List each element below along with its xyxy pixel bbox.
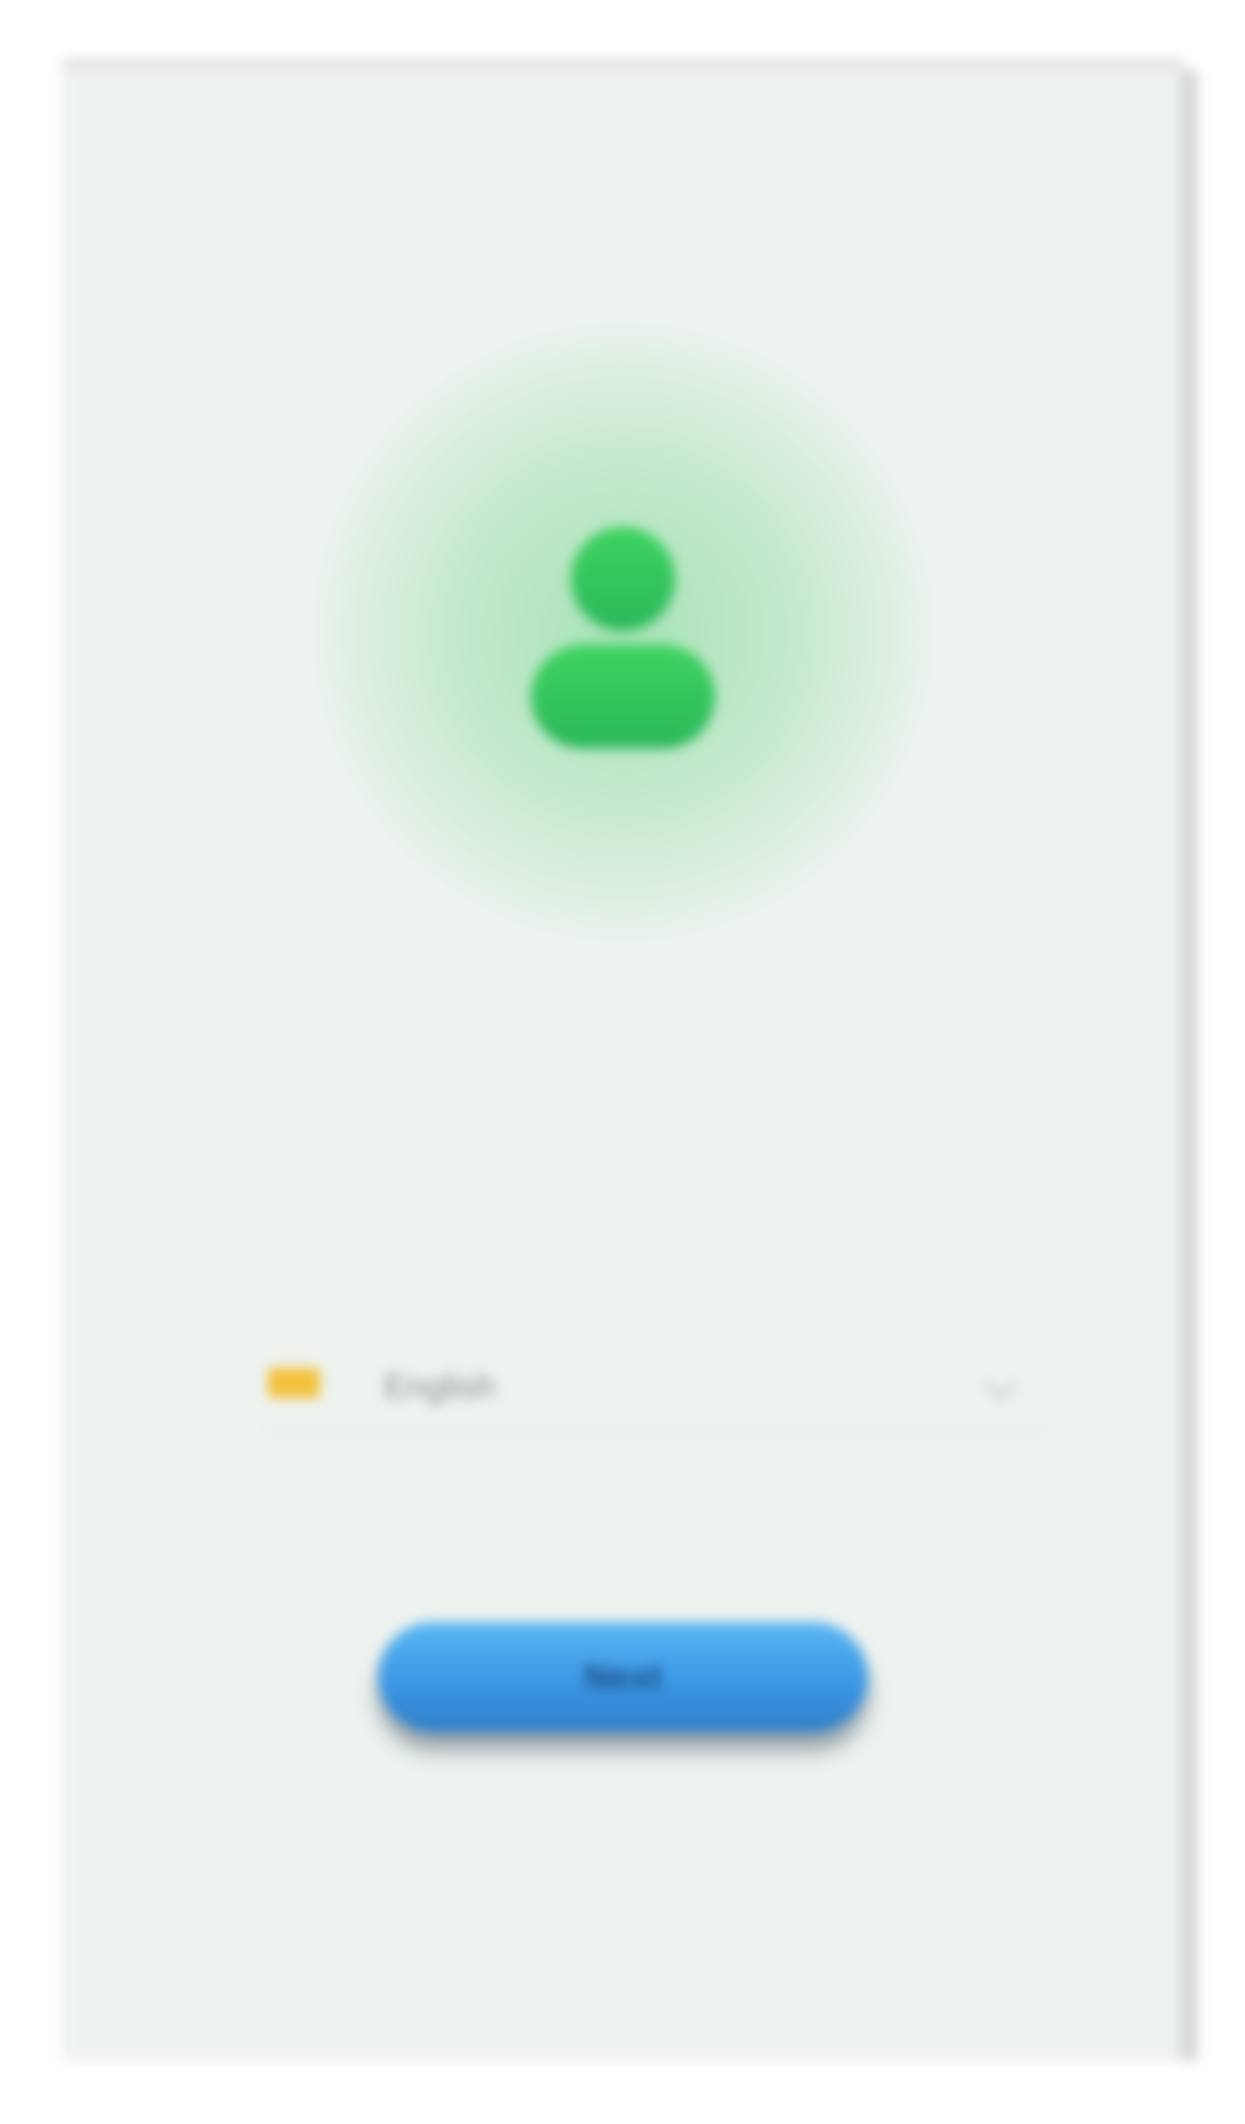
flag-icon — [268, 1368, 320, 1398]
language-field[interactable] — [382, 1356, 956, 1418]
language-selector[interactable] — [262, 1350, 1052, 1432]
avatar — [313, 322, 933, 942]
device-edge — [1180, 70, 1198, 2061]
next-button[interactable]: Next — [378, 1622, 868, 1732]
person-icon — [531, 526, 715, 749]
device-screen: Next — [62, 58, 1198, 2061]
chevron-down-icon[interactable] — [984, 1367, 1017, 1400]
